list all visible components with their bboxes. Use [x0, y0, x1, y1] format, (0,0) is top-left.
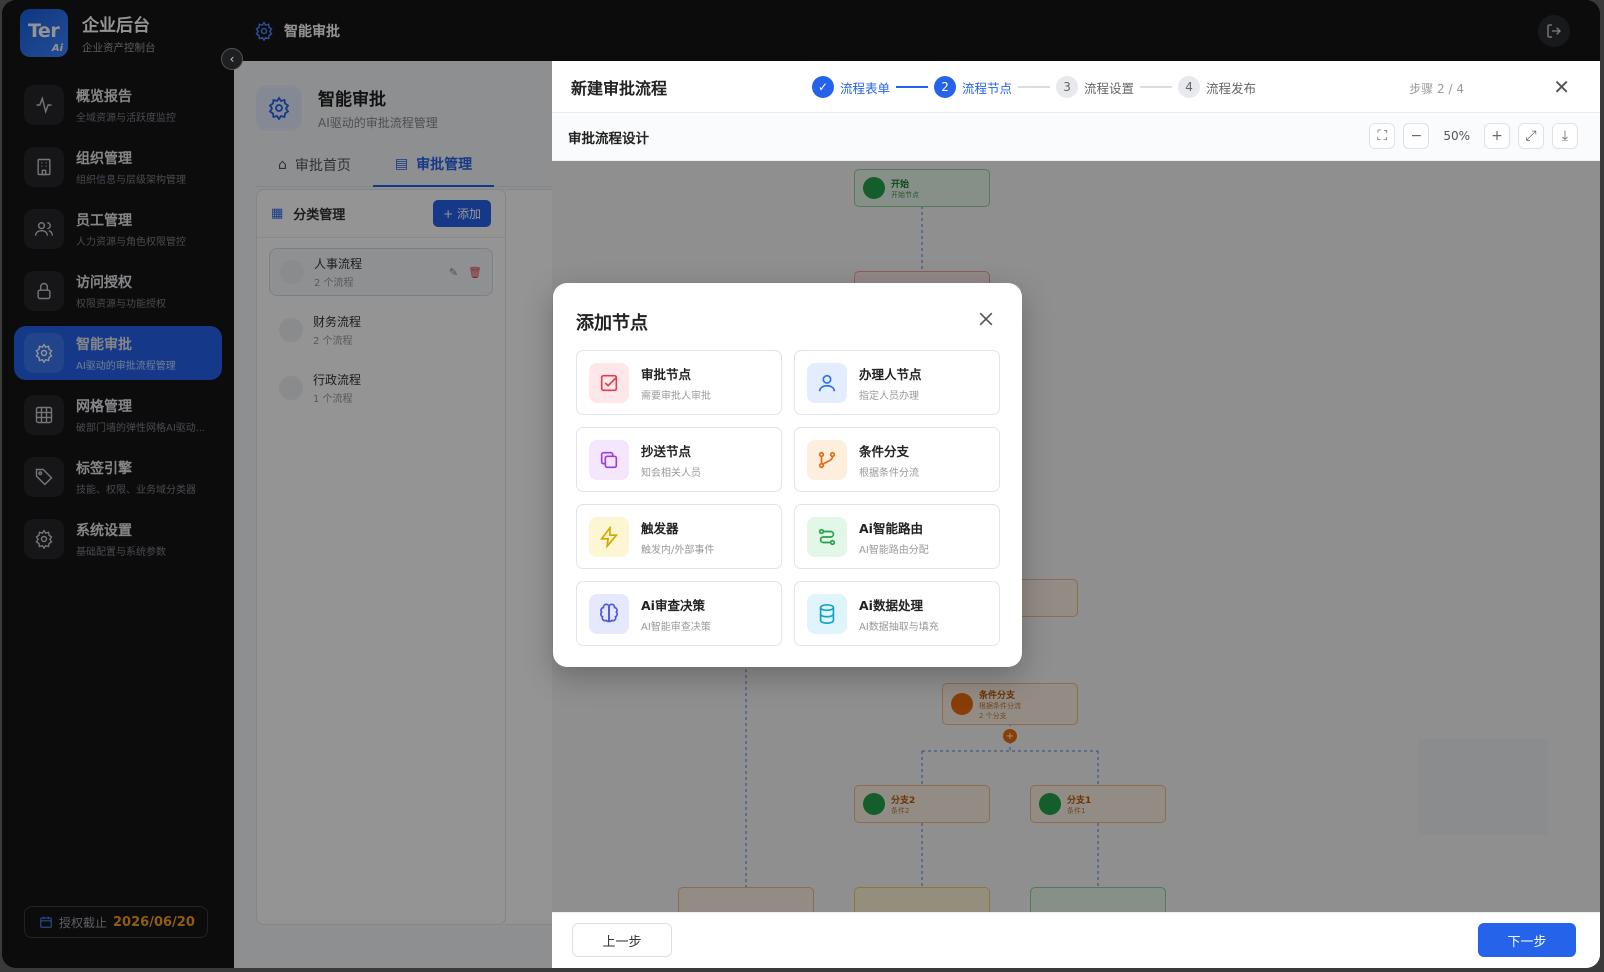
step-number: ✓	[812, 76, 834, 98]
node-type-ai-route[interactable]: Ai智能路由 AI智能路由分配	[794, 504, 1000, 569]
node-type-cc[interactable]: 抄送节点知会相关人员	[576, 427, 782, 492]
drawer-header: 新建审批流程 ✓ 流程表单 2 流程节点 3 流程设置 4 流程发布 步骤 2 / 4 …	[552, 61, 1600, 113]
stepper: ✓ 流程表单 2 流程节点 3 流程设置 4 流程发布	[812, 76, 1256, 98]
card-desc: 指定人员办理	[859, 390, 919, 402]
node-type-ai-data[interactable]: Ai数据处理 AI数据抽取与填充	[794, 581, 1000, 646]
next-button[interactable]: 下一步	[1478, 923, 1576, 957]
copy-icon	[589, 439, 629, 480]
dialog-title: 添加节点	[576, 313, 648, 334]
step-count: 步骤 2 / 4	[1409, 82, 1464, 96]
step-nodes[interactable]: 2 流程节点	[934, 76, 1012, 98]
step-label: 流程节点	[962, 80, 1013, 96]
card-label: Ai数据处理	[859, 597, 923, 613]
node-type-ai-review[interactable]: Ai审查决策 AI智能审查决策	[576, 581, 782, 646]
zoom-level: 50%	[1443, 129, 1470, 143]
node-type-handler[interactable]: 办理人节点指定人员办理	[794, 350, 1000, 415]
node-type-grid: 审批节点需要审批人审批 办理人节点指定人员办理 抄送节点知会相关人员 条件分支根…	[576, 350, 1000, 646]
canvas-toolbar: ⛶ − 50% + ⤢ ⤓	[1369, 123, 1578, 149]
add-node-dialog: 添加节点 审批节点需要审批人审批 办理人节点指定人员办理 抄送节点知会相关人员 …	[553, 283, 1022, 667]
step-label: 流程表单	[840, 80, 891, 96]
download-button[interactable]: ⤓	[1552, 123, 1578, 149]
step-number: 3	[1056, 76, 1079, 98]
step-publish[interactable]: 4 流程发布	[1178, 76, 1256, 98]
step-number: 2	[934, 76, 957, 98]
step-settings[interactable]: 3 流程设置	[1056, 76, 1134, 98]
node-type-approval[interactable]: 审批节点需要审批人审批	[576, 350, 782, 415]
user-icon	[807, 362, 847, 403]
step-label: 流程发布	[1206, 80, 1257, 96]
close-icon[interactable]: ✕	[1553, 75, 1570, 99]
step-divider	[896, 86, 929, 88]
branch-icon	[807, 439, 847, 480]
step-number: 4	[1178, 76, 1201, 98]
database-icon	[807, 593, 847, 634]
canvas-header: 审批流程设计 ⛶ − 50% + ⤢ ⤓	[552, 113, 1600, 161]
close-icon[interactable]	[976, 309, 996, 329]
collapse-sidebar-button[interactable]: ‹	[221, 48, 243, 70]
card-label: 办理人节点	[859, 366, 922, 382]
card-desc: AI智能审查决策	[641, 621, 711, 633]
card-desc: 触发内/外部事件	[641, 544, 715, 556]
zoom-out-button[interactable]: −	[1403, 123, 1430, 149]
card-desc: AI智能路由分配	[859, 544, 929, 556]
step-divider	[1140, 86, 1173, 88]
card-label: 触发器	[641, 520, 679, 536]
step-label: 流程设置	[1084, 80, 1135, 96]
card-desc: 需要审批人审批	[641, 390, 711, 402]
bolt-icon	[589, 516, 629, 557]
card-desc: 根据条件分流	[859, 467, 919, 479]
step-form[interactable]: ✓ 流程表单	[812, 76, 890, 98]
card-label: 审批节点	[641, 366, 692, 382]
card-desc: 知会相关人员	[641, 467, 701, 479]
node-type-trigger[interactable]: 触发器触发内/外部事件	[576, 504, 782, 569]
card-label: Ai智能路由	[859, 520, 923, 536]
node-type-condition[interactable]: 条件分支根据条件分流	[794, 427, 1000, 492]
brain-icon	[589, 593, 629, 634]
route-icon	[807, 516, 847, 557]
card-label: 条件分支	[859, 443, 910, 459]
check-square-icon	[589, 362, 629, 403]
drawer-footer: 上一步 下一步	[552, 912, 1600, 968]
fit-view-button[interactable]: ⛶	[1369, 123, 1396, 149]
app-window: Ter Ai 企业后台 企业资产控制台 概览报告 全域资源与活跃度监控 组织管理组…	[2, 0, 1600, 968]
previous-button[interactable]: 上一步	[572, 923, 672, 957]
zoom-in-button[interactable]: +	[1484, 123, 1510, 149]
card-label: Ai审查决策	[641, 597, 705, 613]
canvas-title: 审批流程设计	[568, 130, 649, 147]
step-divider	[1018, 86, 1051, 88]
drawer-title: 新建审批流程	[571, 78, 668, 98]
expand-button[interactable]: ⤢	[1518, 123, 1544, 149]
card-label: 抄送节点	[641, 443, 692, 459]
card-desc: AI数据抽取与填充	[859, 621, 939, 633]
